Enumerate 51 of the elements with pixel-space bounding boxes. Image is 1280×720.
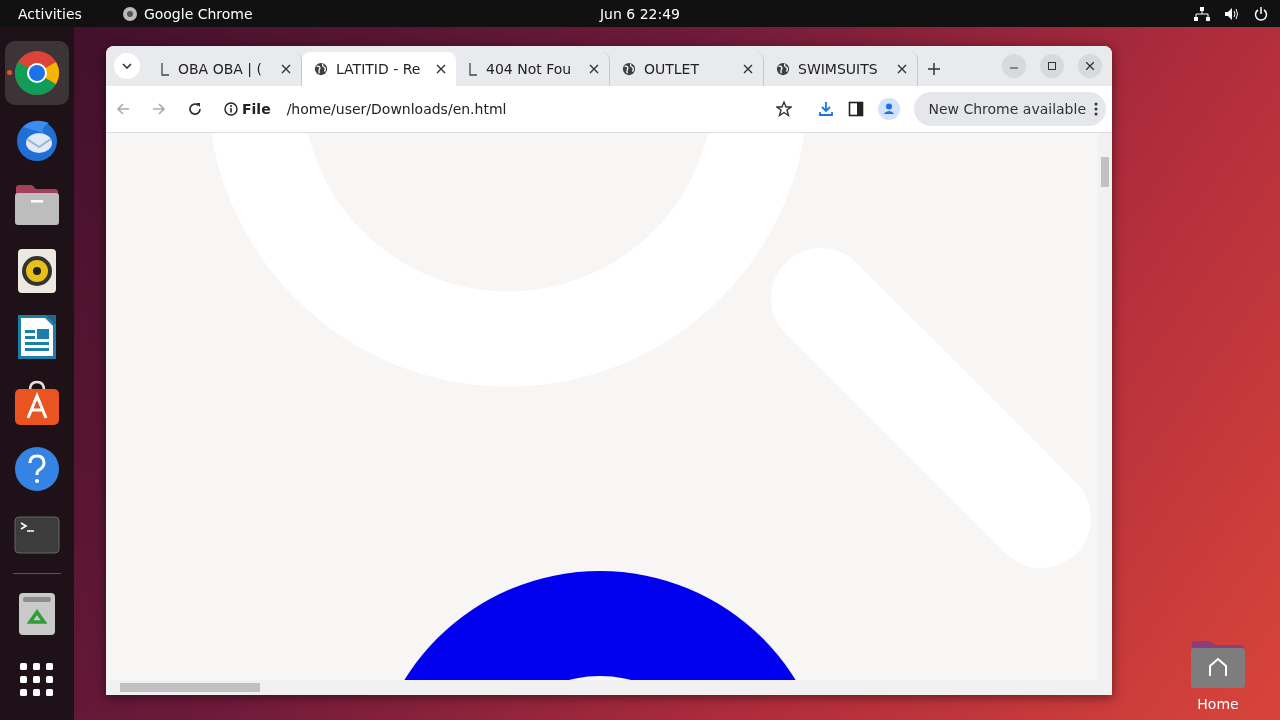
close-icon[interactable] <box>743 64 753 74</box>
trash-icon <box>18 592 56 636</box>
close-icon[interactable] <box>897 64 907 74</box>
globe-icon <box>622 62 636 76</box>
profile-icon[interactable] <box>878 98 901 120</box>
download-icon[interactable] <box>818 101 835 117</box>
tab-search-button[interactable] <box>114 53 140 79</box>
minimize-button[interactable] <box>1002 54 1026 78</box>
scheme-label: File <box>242 101 271 117</box>
close-icon <box>1086 62 1094 70</box>
folder-icon <box>14 184 60 226</box>
help-icon <box>14 446 60 492</box>
maximize-button[interactable] <box>1040 54 1064 78</box>
browser-tab[interactable]: SWIMSUITS <box>764 52 918 86</box>
power-icon[interactable] <box>1254 6 1268 21</box>
app-grid-icon <box>20 663 54 697</box>
activities-button[interactable]: Activities <box>18 5 82 22</box>
more-icon <box>1094 102 1098 116</box>
reload-icon[interactable] <box>188 102 202 116</box>
maximize-icon <box>1048 62 1056 70</box>
vertical-scrollbar[interactable] <box>1098 133 1112 695</box>
side-panel-icon[interactable] <box>848 101 865 117</box>
chevron-down-icon <box>122 63 132 69</box>
close-icon[interactable] <box>281 64 291 74</box>
info-icon[interactable] <box>224 102 238 116</box>
browser-tab[interactable]: 404 Not Fou <box>456 52 610 86</box>
update-button[interactable]: New Chrome available <box>914 92 1106 126</box>
network-icon[interactable] <box>1194 6 1210 21</box>
clock[interactable]: Jun 6 22:49 <box>600 5 680 22</box>
volume-icon[interactable] <box>1224 6 1240 21</box>
desktop-icon-label: Home <box>1197 696 1239 712</box>
shopping-bag-icon <box>14 380 60 426</box>
browser-tab[interactable]: LATITID - Re <box>302 52 456 86</box>
close-icon[interactable] <box>436 64 446 74</box>
terminal-icon <box>14 516 60 554</box>
globe-icon <box>314 62 328 76</box>
browser-tab[interactable]: OUTLET <box>610 52 764 86</box>
l-shape-icon <box>468 62 478 76</box>
globe-icon <box>776 62 790 76</box>
document-icon <box>17 314 57 360</box>
url-text: /home/user/Downloads/en.html <box>286 101 507 117</box>
speaker-icon <box>18 249 56 293</box>
close-button[interactable] <box>1078 54 1102 78</box>
dock-item[interactable] <box>5 41 69 105</box>
new-tab-icon[interactable] <box>928 63 940 75</box>
close-icon[interactable] <box>589 64 599 74</box>
l-shape-icon <box>160 62 170 76</box>
home-folder-icon[interactable] <box>1190 640 1246 688</box>
star-icon[interactable] <box>776 101 793 117</box>
app-menu[interactable]: Google Chrome <box>143 5 253 22</box>
horizontal-scrollbar[interactable] <box>106 680 1098 695</box>
